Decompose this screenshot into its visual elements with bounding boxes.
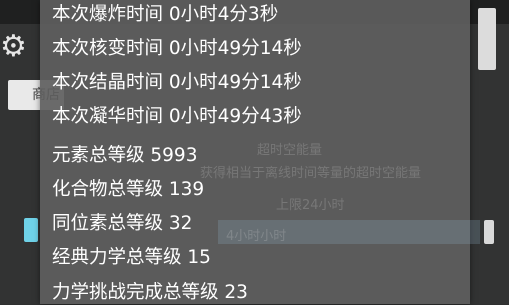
stat-line-isotope-level: 同位素总等级 32 <box>52 213 193 234</box>
background-right-small-button[interactable] <box>484 220 494 244</box>
stat-line-fission-time: 本次核变时间 0小时49分14秒 <box>52 38 302 59</box>
stat-line-sublimation-time: 本次凝华时间 0小时49分43秒 <box>52 106 302 127</box>
background-ghost-text: 上限24小时 <box>276 198 345 213</box>
stat-line-element-level: 元素总等级 5993 <box>52 145 198 166</box>
stat-line-classical-mechanics-level: 经典力学总等级 15 <box>52 247 211 268</box>
stat-line-explosion-time: 本次爆炸时间 0小时4分3秒 <box>52 4 279 25</box>
background-ghost-text: 4小时小时 <box>226 229 287 244</box>
stat-line-crystallize-time: 本次结晶时间 0小时49分14秒 <box>52 72 302 93</box>
background-ghost-text: 超时空能量 <box>257 143 323 158</box>
stat-line-mechanics-challenge-level: 力学挑战完成总等级 23 <box>52 282 248 303</box>
background-ghost-text: 获得相当于离线时间等量的超时空能量 <box>200 166 422 181</box>
background-accent-marker <box>24 218 38 242</box>
gear-icon[interactable]: ⚙ <box>0 30 24 64</box>
background-right-button[interactable] <box>478 8 496 70</box>
stat-line-compound-level: 化合物总等级 139 <box>52 179 205 200</box>
